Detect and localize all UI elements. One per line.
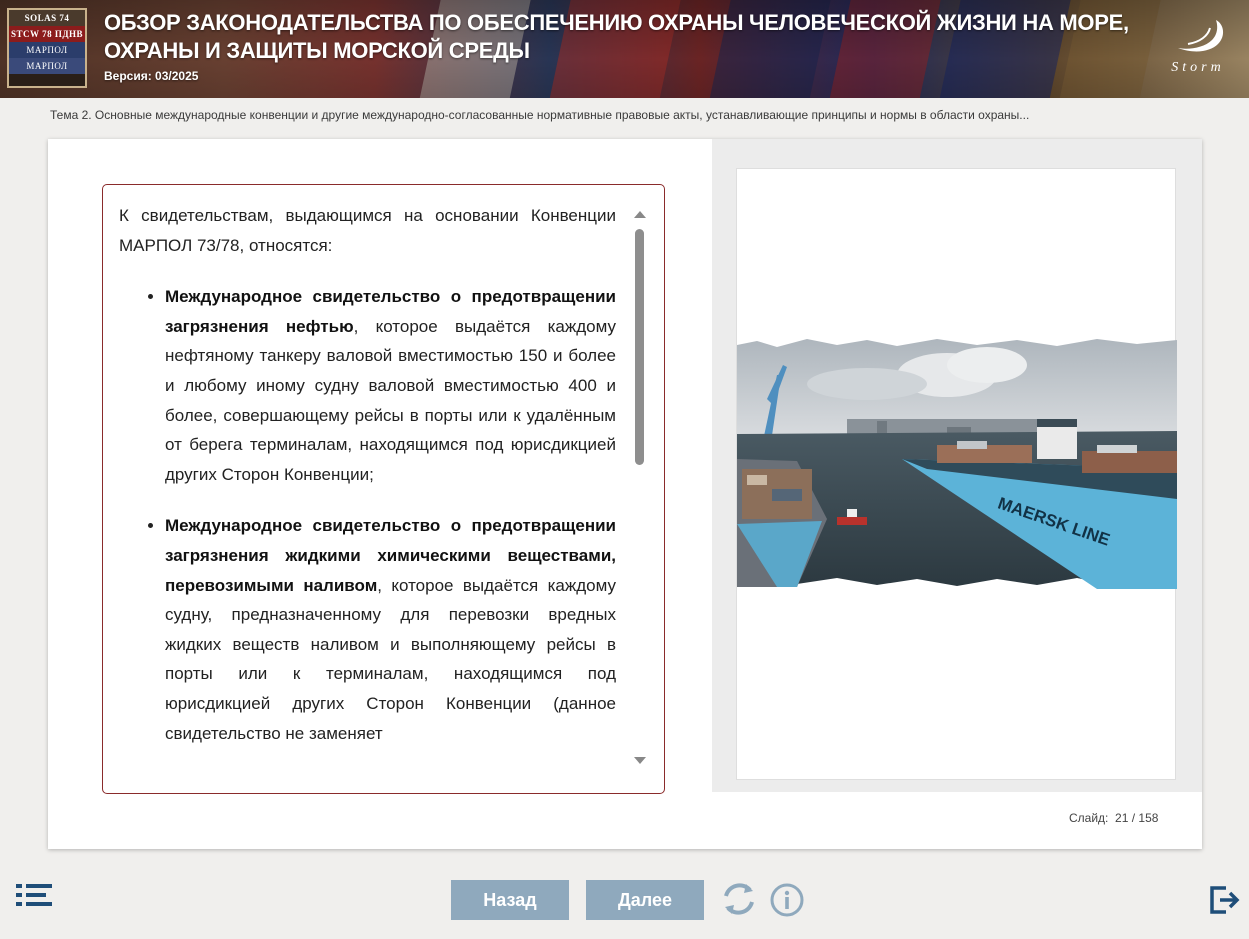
menu-list-icon[interactable] <box>14 882 54 914</box>
header-banner: SOLAS 74 STCW 78 ПДНВ МАРПОЛ МАРПОЛ ОБЗО… <box>0 0 1249 98</box>
scrollbar[interactable] <box>633 205 647 773</box>
scroll-up-arrow-icon[interactable] <box>634 211 646 218</box>
storm-wave-icon <box>1178 20 1224 52</box>
reload-icon[interactable] <box>720 880 758 918</box>
version-label: Версия: 03/2025 <box>104 69 199 83</box>
text-content-box: К свидетельствам, выдающимся на основани… <box>102 184 665 794</box>
exit-icon[interactable] <box>1208 884 1240 916</box>
list-item-text: , которое выдаётся каждому нефтяному тан… <box>165 316 616 484</box>
list-item: Международное свидетельство о предотвращ… <box>165 282 616 489</box>
intro-paragraph: К свидетельствам, выдающимся на основани… <box>119 206 616 255</box>
logo-text: Storm <box>1171 60 1225 75</box>
slide-panel: К свидетельствам, выдающимся на основани… <box>48 139 1202 849</box>
next-button[interactable]: Далее <box>586 880 704 920</box>
list-item-text: , которое выдаётся каждому судну, предна… <box>165 575 616 743</box>
info-icon[interactable] <box>769 882 805 918</box>
course-title: ОБЗОР ЗАКОНОДАТЕЛЬСТВА ПО ОБЕСПЕЧЕНИЮ ОХ… <box>104 10 1129 63</box>
container-ship-image: MAERSK LINE <box>737 339 1177 589</box>
book-spine: МАРПОЛ <box>9 42 85 58</box>
scrollable-text[interactable]: К свидетельствам, выдающимся на основани… <box>119 201 616 777</box>
scroll-down-arrow-icon[interactable] <box>634 757 646 764</box>
certificate-list: Международное свидетельство о предотвращ… <box>119 282 616 748</box>
back-button[interactable]: Назад <box>451 880 569 920</box>
course-logo-books: SOLAS 74 STCW 78 ПДНВ МАРПОЛ МАРПОЛ <box>7 8 87 88</box>
book-spine: МАРПОЛ <box>9 58 85 74</box>
scrollbar-thumb[interactable] <box>635 229 644 465</box>
book-spine: STCW 78 ПДНВ <box>9 26 85 42</box>
storm-logo: Storm <box>1158 14 1238 84</box>
book-spine: SOLAS 74 <box>9 10 85 26</box>
list-item: Международное свидетельство о предотвращ… <box>165 511 616 748</box>
slide-counter: Слайд: 21 / 158 <box>1069 811 1159 825</box>
breadcrumb: Тема 2. Основные международные конвенции… <box>50 108 1030 122</box>
image-frame: MAERSK LINE <box>736 168 1177 780</box>
image-area: MAERSK LINE <box>712 139 1202 792</box>
